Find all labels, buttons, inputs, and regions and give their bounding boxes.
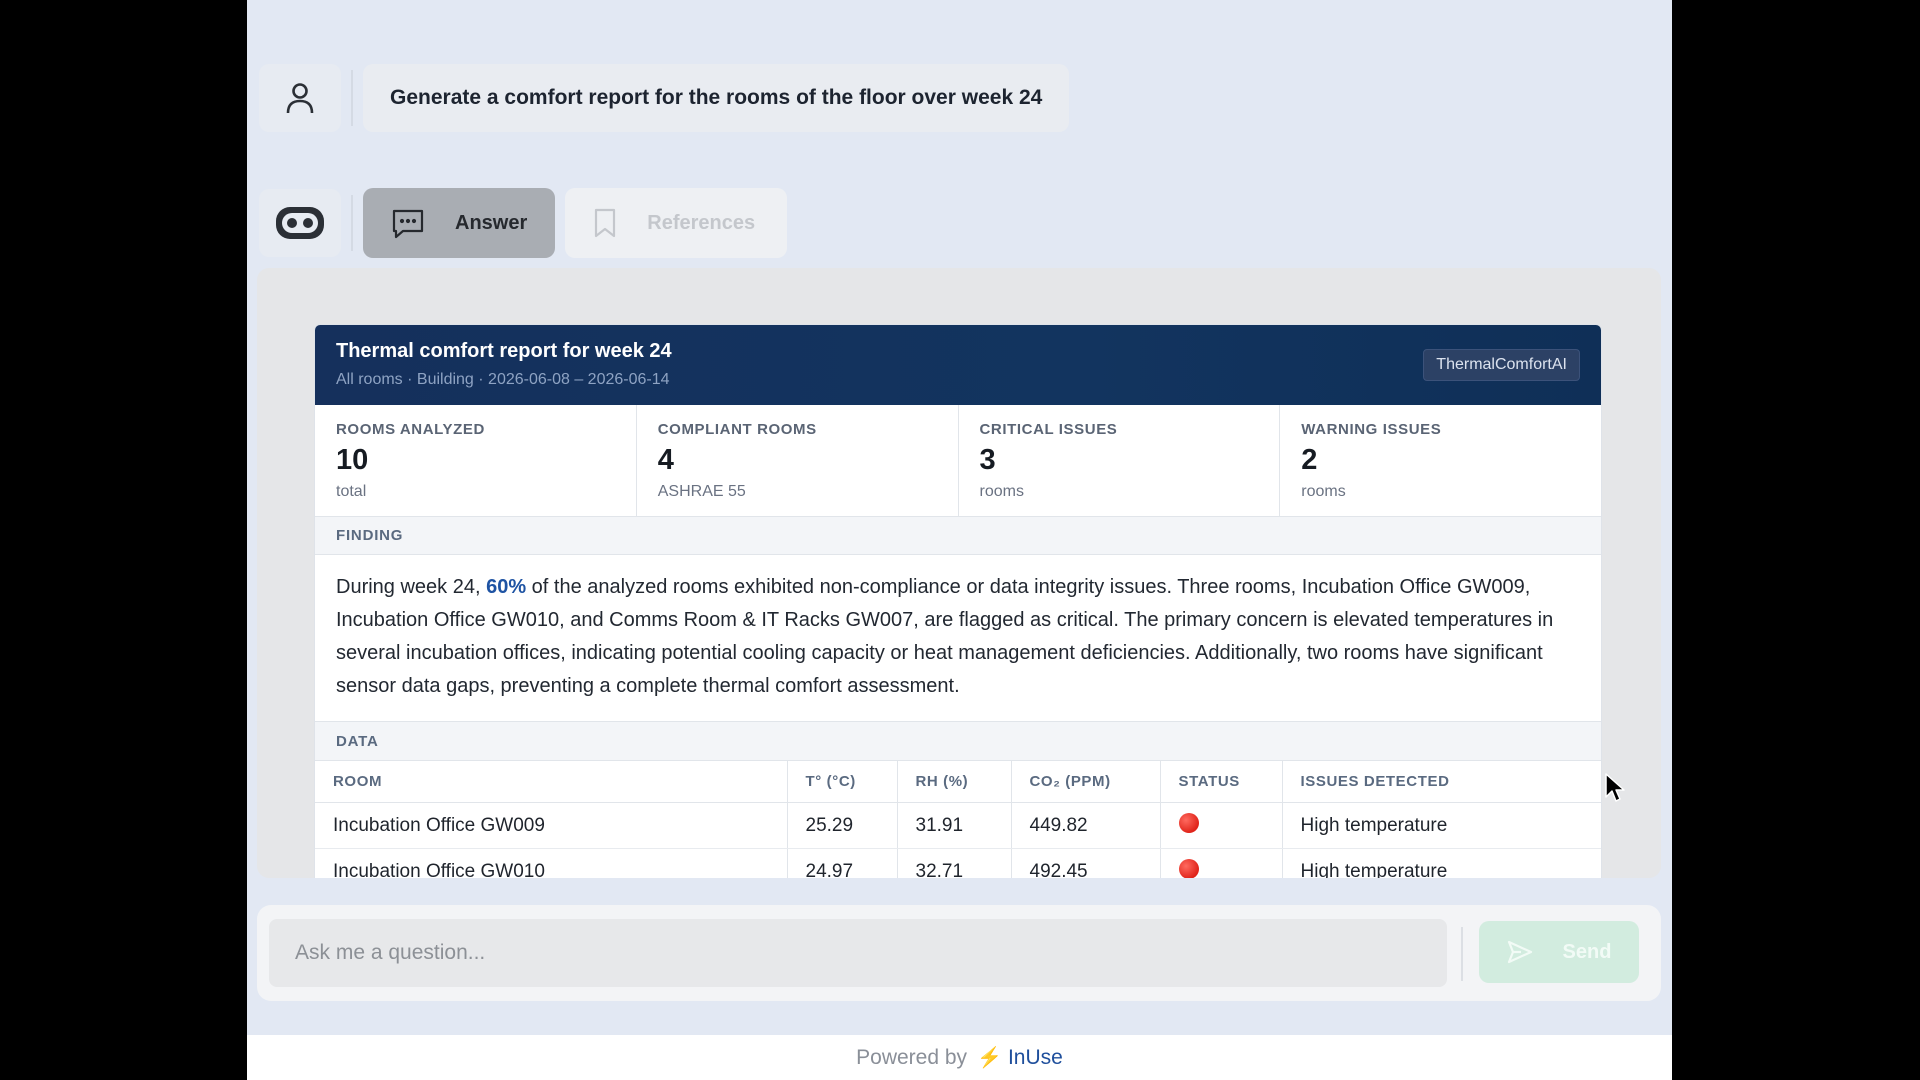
robot-icon xyxy=(276,207,324,239)
chat-window: Generate a comfort report for the rooms … xyxy=(247,0,1672,1080)
data-table: ROOM T° (°C) RH (%) CO₂ (PPM) STATUS ISS… xyxy=(315,760,1601,878)
cell-co2: 449.82 xyxy=(1011,802,1161,849)
cell-issues: High temperature xyxy=(1282,802,1601,849)
divider xyxy=(1461,927,1463,981)
stat-value: 3 xyxy=(979,444,996,476)
brand-link[interactable]: InUse xyxy=(1008,1046,1063,1070)
cell-temp: 25.29 xyxy=(787,802,898,849)
stat-label: WARNING ISSUES xyxy=(1301,421,1442,438)
powered-by-text: Powered by xyxy=(856,1045,968,1069)
cell-co2: 492.45 xyxy=(1011,848,1161,878)
finding-highlight: 60% xyxy=(486,576,527,598)
cell-temp: 24.97 xyxy=(787,848,898,878)
answer-panel[interactable]: Thermal comfort report for week 24 All r… xyxy=(257,268,1661,878)
user-avatar xyxy=(259,64,341,132)
mouse-cursor-icon xyxy=(1605,773,1625,808)
finding-heading: FINDING xyxy=(315,517,1601,555)
report-header: Thermal comfort report for week 24 All r… xyxy=(315,325,1601,405)
cell-rh: 31.91 xyxy=(897,802,1012,849)
column-header: T° (°C) xyxy=(787,760,898,803)
tab-references-label: References xyxy=(647,211,756,234)
table-header-row: ROOM T° (°C) RH (%) CO₂ (PPM) STATUS ISS… xyxy=(315,760,1601,803)
column-header: ISSUES DETECTED xyxy=(1282,760,1601,803)
stat-label: COMPLIANT ROOMS xyxy=(657,421,817,438)
report-title: Thermal comfort report for week 24 xyxy=(336,340,672,362)
stat-label: CRITICAL ISSUES xyxy=(979,421,1118,438)
assistant-header-row: Answer References xyxy=(259,188,788,258)
divider xyxy=(351,70,353,126)
stat-unit: rooms xyxy=(979,483,1024,500)
send-label: Send xyxy=(1562,940,1612,963)
stat-value: 10 xyxy=(336,444,369,476)
question-input[interactable] xyxy=(269,919,1447,987)
stat-unit: rooms xyxy=(1301,483,1346,500)
tab-references[interactable]: References xyxy=(565,188,788,258)
stat-value: 2 xyxy=(1301,444,1318,476)
stat-warning-issues: WARNING ISSUES 2 rooms xyxy=(1280,405,1601,516)
stat-unit: total xyxy=(336,483,367,500)
input-bar: Send xyxy=(257,905,1661,1001)
stat-critical-issues: CRITICAL ISSUES 3 rooms xyxy=(959,405,1281,516)
divider xyxy=(351,195,353,251)
assistant-avatar xyxy=(259,189,341,257)
bookmark-icon xyxy=(593,208,617,238)
cell-status xyxy=(1160,802,1283,849)
column-header: RH (%) xyxy=(897,760,1012,803)
column-header: ROOM xyxy=(315,760,788,803)
stat-compliant-rooms: COMPLIANT ROOMS 4 ASHRAE 55 xyxy=(637,405,959,516)
report-subtitle: All rooms · Building · 2026-06-08 – 2026… xyxy=(336,371,670,388)
status-critical-icon xyxy=(1178,812,1199,833)
user-icon xyxy=(286,83,314,114)
cell-room: Incubation Office GW010 xyxy=(315,848,788,878)
send-button[interactable]: Send xyxy=(1479,921,1639,983)
stat-rooms-analyzed: ROOMS ANALYZED 10 total xyxy=(315,405,637,516)
stat-unit: ASHRAE 55 xyxy=(657,483,746,500)
tab-answer[interactable]: Answer xyxy=(363,188,556,258)
column-header: CO₂ (PPM) xyxy=(1011,760,1161,803)
cell-rh: 32.71 xyxy=(897,848,1012,878)
user-message-row: Generate a comfort report for the rooms … xyxy=(259,64,1070,132)
lightning-icon: ⚡ xyxy=(977,1047,1002,1069)
footer: Powered by ⚡ InUse xyxy=(247,1035,1672,1080)
finding-text: During week 24, 60% of the analyzed room… xyxy=(315,555,1601,722)
chat-bubble-icon xyxy=(391,207,425,239)
table-row: Incubation Office GW009 25.29 31.91 449.… xyxy=(315,802,1601,849)
status-critical-icon xyxy=(1178,858,1199,878)
data-heading: DATA xyxy=(315,722,1601,760)
user-question: Generate a comfort report for the rooms … xyxy=(363,64,1070,132)
finding-prefix: During week 24, xyxy=(336,576,487,598)
stat-label: ROOMS ANALYZED xyxy=(336,421,485,438)
tab-answer-label: Answer xyxy=(455,211,528,234)
send-icon xyxy=(1507,940,1533,964)
cell-status xyxy=(1160,848,1283,878)
table-row: Incubation Office GW010 24.97 32.71 492.… xyxy=(315,848,1601,878)
stat-value: 4 xyxy=(657,444,674,476)
report-card: Thermal comfort report for week 24 All r… xyxy=(314,324,1602,878)
column-header: STATUS xyxy=(1160,760,1283,803)
cell-issues: High temperature xyxy=(1282,848,1601,878)
report-badge: ThermalComfortAI xyxy=(1423,349,1580,381)
stats-row: ROOMS ANALYZED 10 total COMPLIANT ROOMS … xyxy=(315,405,1601,517)
cell-room: Incubation Office GW009 xyxy=(315,802,788,849)
